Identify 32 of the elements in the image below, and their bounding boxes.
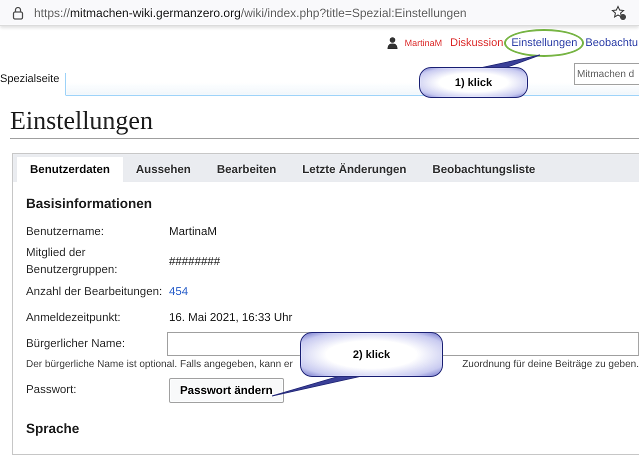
user-icon <box>386 37 398 49</box>
page-tab[interactable]: Spezialseite <box>0 73 66 96</box>
field-value: 16. Mai 2021, 16:33 Uhr <box>169 312 292 324</box>
edit-count-link[interactable]: 454 <box>169 286 188 298</box>
help-text: Zuordnung für deine Beiträge zu geben. <box>462 359 639 370</box>
field-label: Anzahl der Bearbeitungen: <box>26 286 164 298</box>
search-field[interactable]: Mitmachen d <box>574 63 639 85</box>
field-label: Mitglied der Benutzergruppen: <box>26 246 118 278</box>
tab[interactable]: Aussehen <box>122 157 204 182</box>
field-value: ######## <box>169 256 220 268</box>
field-label: Anmeldezeitpunkt: <box>26 312 122 324</box>
field-label: Benutzername: <box>26 226 105 238</box>
nav-link[interactable]: Beobachtu <box>584 37 639 49</box>
tab[interactable]: Letzte Änderungen <box>289 157 420 182</box>
nav-link[interactable]: Diskussion <box>449 37 504 49</box>
lock-icon <box>12 6 24 20</box>
callout-bubble: 2) klick <box>300 332 443 377</box>
page-title: Einstellungen <box>10 106 639 139</box>
help-text: Der bürgerliche Name ist optional. Falls angegeben, kann er <box>26 359 293 370</box>
field-label: Bürgerlicher Name: <box>26 338 126 350</box>
field-value: MartinaM <box>169 226 217 238</box>
tab[interactable]: Benutzerdaten <box>17 157 123 182</box>
star-add-icon[interactable] <box>611 4 627 20</box>
section-heading: Sprache <box>26 421 80 436</box>
tab[interactable]: Bearbeiten <box>204 157 290 182</box>
tab[interactable]: Beobachtungsliste <box>419 157 548 182</box>
change-password-button[interactable]: Passwort ändern <box>169 378 284 403</box>
user-link[interactable]: MartinaM <box>404 38 444 48</box>
section-heading: Basisinformationen <box>26 196 154 211</box>
nav-link[interactable]: Einstellungen <box>510 37 578 49</box>
field-label: Passwort: <box>26 384 78 396</box>
callout-bubble: 1) klick <box>419 67 528 98</box>
